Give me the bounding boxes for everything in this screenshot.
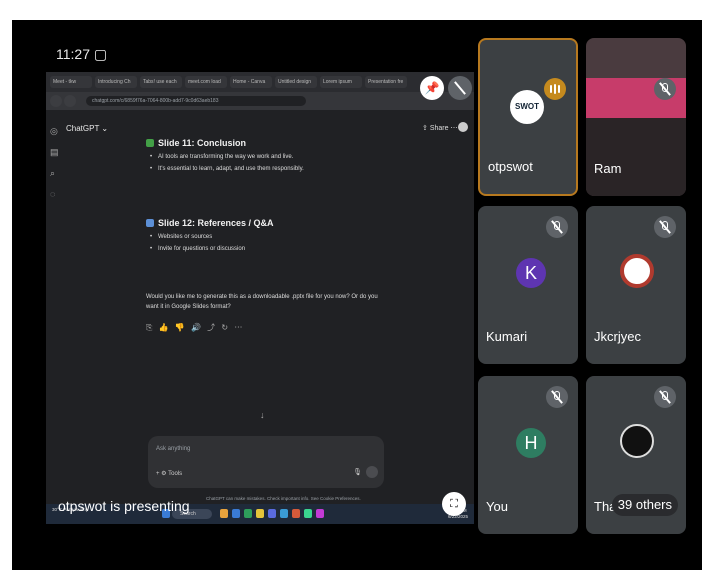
app-icon[interactable] [232,509,240,518]
url-field[interactable]: chatgpt.com/c/6859f76a-7064-800b-add7-9c… [86,96,306,106]
participant-tile-jkcrjyec[interactable]: Jkcrjyec [586,206,686,364]
profile-avatar [620,424,654,458]
participant-name: You [486,499,508,514]
slide-12-heading: Slide 12: References / Q&A [146,218,416,228]
search-icon[interactable]: ⌕ [50,168,60,179]
mic-off-icon[interactable] [448,76,472,100]
browser-window: Meet - tkw Introducing Ch Tabs! use each… [46,72,474,524]
app-icon[interactable] [304,509,312,518]
message-actions[interactable]: ⎘ 👍 👎 🔊 ⤴ ↻ ⋯ [146,322,416,333]
tab-bar: Meet - tkw Introducing Ch Tabs! use each… [46,72,474,92]
participant-tile-kumari[interactable]: K Kumari [478,206,578,364]
presentation-area: 11:27 ▢ Meet - tkw Introducing Ch Tabs! … [46,36,474,536]
avatar: K [516,258,546,288]
bullet-item: It's essential to learn, adapt, and use … [150,166,416,172]
account-avatar[interactable] [458,122,468,132]
camera-feed-crowd [586,118,686,196]
participant-tile-you[interactable]: H You [478,376,578,534]
app-icon[interactable] [316,509,324,518]
participant-name: otpswot [488,159,533,174]
disclaimer: ChatGPT can make mistakes. Check importa… [206,496,361,501]
mic-off-icon [654,216,676,238]
new-chat-icon[interactable]: ▤ [50,147,60,158]
app-icon[interactable] [220,509,228,518]
library-icon[interactable]: ◌ [50,189,60,199]
browser-tab[interactable]: Tabs! use each [140,76,182,88]
fullscreen-icon[interactable]: ⛶ [442,492,466,516]
mic-off-icon [546,386,568,408]
browser-tab[interactable]: Introducing Ch [95,76,137,88]
assistant-question: Would you like me to generate this as a … [146,294,378,310]
browser-tab[interactable]: Meet - tkw [50,76,92,88]
college-logo-avatar [620,254,654,288]
bullet-item: Websites or sources [150,234,416,240]
participant-name: Kumari [486,329,528,344]
speaking-indicator-icon [544,78,566,100]
prompt-placeholder[interactable]: Ask anything [156,446,190,452]
participant-name: Jkcrjyec [594,329,641,344]
swot-logo-avatar: SWOT [510,90,544,124]
pin-icon[interactable]: 📌 [420,76,444,100]
mic-off-icon [654,78,676,100]
app-icon[interactable] [292,509,300,518]
app-title[interactable]: ChatGPT ⌄ [66,124,108,133]
slide-11-heading: Slide 11: Conclusion [146,138,416,148]
browser-tab[interactable]: Presentation fre [365,76,407,88]
back-icon[interactable] [50,95,62,107]
menu-icon[interactable]: ◎ [50,126,60,137]
avatar: H [516,428,546,458]
presenting-label: otpswot is presenting [58,498,190,514]
participant-tile-otpswot[interactable]: SWOT otpswot [478,38,578,196]
share-button[interactable]: ⇪ Share ⋯ [422,124,457,132]
reload-icon[interactable] [64,95,76,107]
app-icon[interactable] [280,509,288,518]
voice-mode-button[interactable] [366,466,378,478]
url-bar: chatgpt.com/c/6859f76a-7064-800b-add7-9c… [46,92,474,110]
browser-tab[interactable]: Home - Canva [230,76,272,88]
app-icon[interactable] [244,509,252,518]
mic-off-icon [654,386,676,408]
bullet-item: Invite for questions or discussion [150,246,416,252]
tools-button[interactable]: + ⚙ Tools [156,470,182,477]
bullet-item: AI tools are transforming the way we wor… [150,154,416,160]
participant-name: Ram [594,161,622,176]
browser-tab[interactable]: meet.com load [185,76,227,88]
scroll-down-icon[interactable]: ↓ [260,410,265,420]
participant-tile-ram[interactable]: Ram [586,38,686,196]
check-icon [146,139,154,147]
folder-icon[interactable] [256,509,264,518]
chat-sidebar: ◎ ▤ ⌕ ◌ [50,126,60,209]
browser-tab[interactable]: Untitled design [275,76,317,88]
chat-message: Slide 11: Conclusion AI tools are transf… [146,138,416,333]
prompt-box[interactable]: Ask anything + ⚙ Tools 🎙 [148,436,384,488]
others-count-badge[interactable]: 39 others [611,494,678,516]
mic-icon[interactable]: 🎙 [353,468,362,476]
participant-tile-tharu[interactable]: Tharu 39 others [586,376,686,534]
mic-off-icon [546,216,568,238]
books-icon [146,219,154,227]
status-time: 11:27 ▢ [56,46,108,62]
browser-tab[interactable]: Lorem ipsum [320,76,362,88]
app-icon[interactable] [268,509,276,518]
